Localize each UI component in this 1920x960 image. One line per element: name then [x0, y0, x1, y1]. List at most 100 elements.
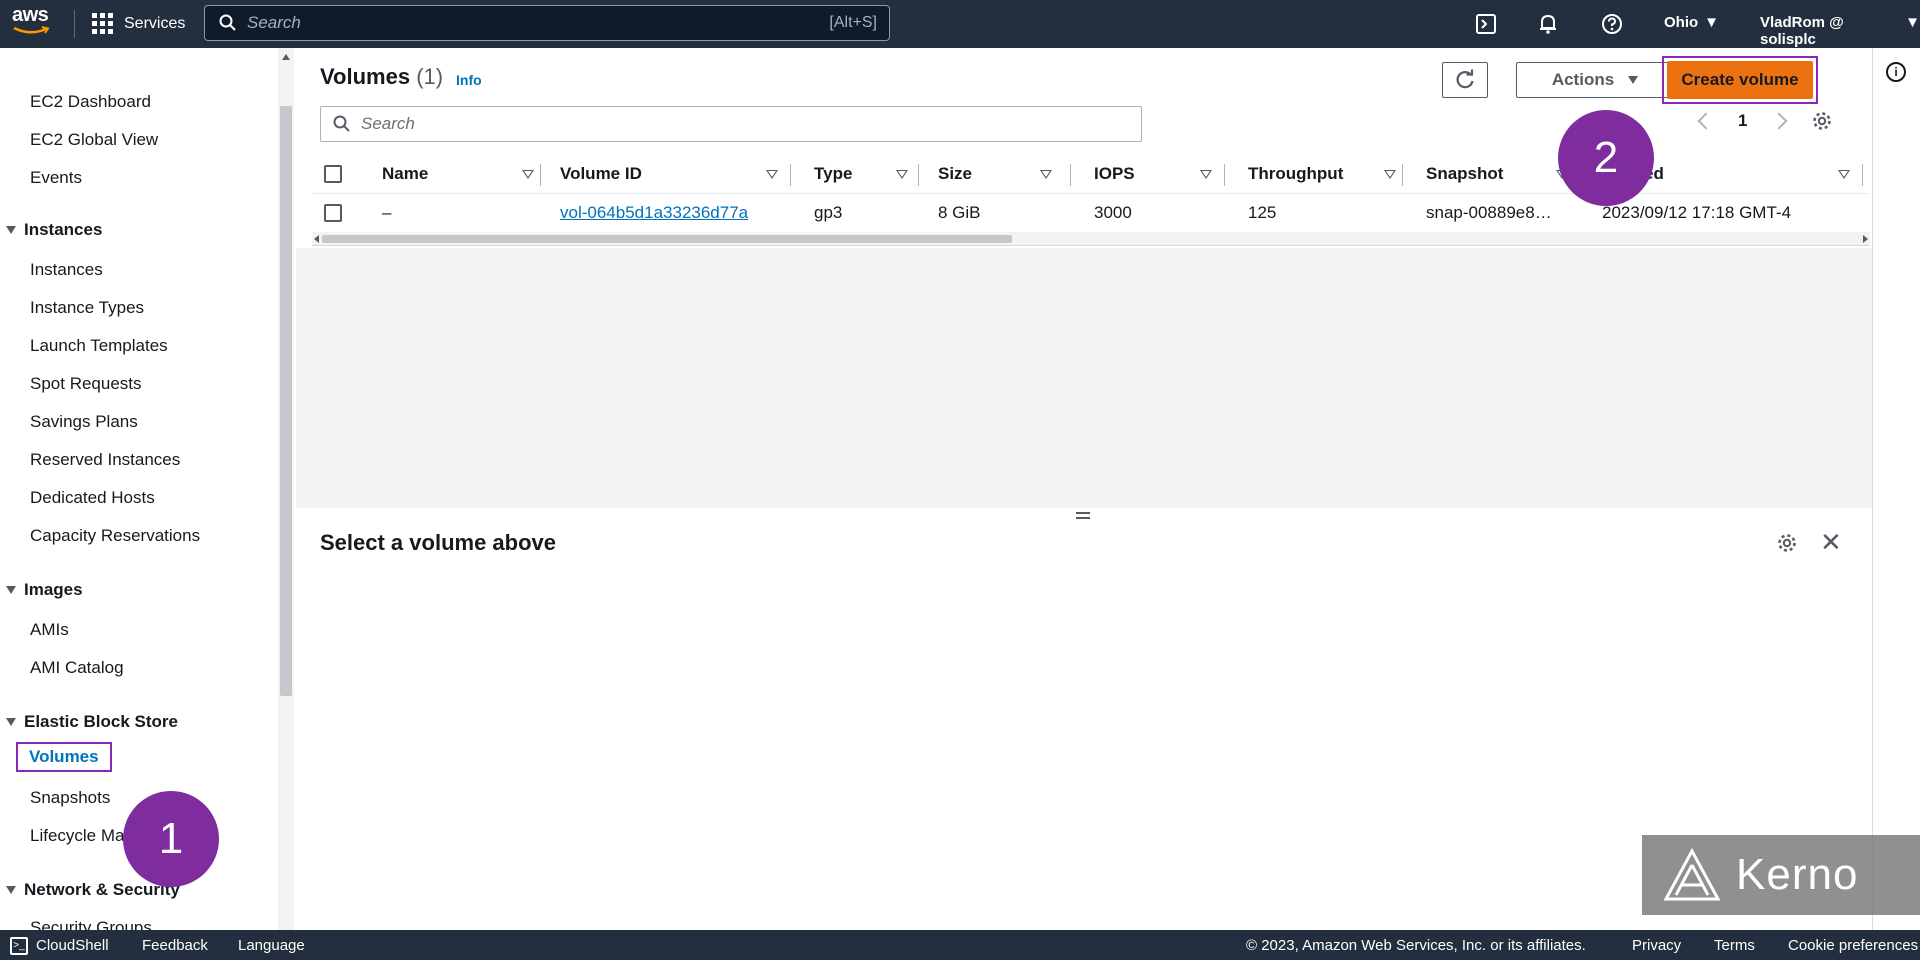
- chevron-right-icon[interactable]: [1770, 112, 1788, 130]
- footer-cloudshell-link[interactable]: CloudShell: [36, 937, 109, 954]
- scroll-up-icon[interactable]: [282, 54, 290, 60]
- sidebar-item-instances[interactable]: Instances: [30, 260, 103, 280]
- cloudshell-icon[interactable]: >_: [10, 937, 28, 955]
- column-divider[interactable]: [1070, 164, 1071, 186]
- sidebar-item-volumes[interactable]: Volumes: [16, 742, 112, 772]
- global-search[interactable]: [Alt+S]: [204, 5, 890, 41]
- sort-icon[interactable]: [896, 170, 908, 179]
- region-label: Ohio: [1664, 14, 1699, 31]
- column-header-type[interactable]: Type: [814, 154, 914, 194]
- close-icon[interactable]: ✕: [1820, 529, 1842, 555]
- sidebar-item-spot-requests[interactable]: Spot Requests: [30, 374, 142, 394]
- services-button[interactable]: Services: [92, 9, 185, 39]
- caret-down-icon: [6, 586, 16, 594]
- cell-throughput: 125: [1248, 203, 1277, 222]
- split-panel-handle[interactable]: [1076, 512, 1090, 522]
- column-divider[interactable]: [790, 164, 791, 186]
- settings-gear-icon[interactable]: [1776, 532, 1798, 554]
- caret-down-icon: [6, 718, 16, 726]
- sidebar-item-reserved-instances[interactable]: Reserved Instances: [30, 450, 180, 470]
- caret-down-icon: [1628, 76, 1639, 84]
- column-header-name[interactable]: Name: [382, 154, 562, 194]
- sidebar-scrollbar[interactable]: [278, 48, 294, 930]
- column-header-size[interactable]: Size: [938, 154, 1058, 194]
- refresh-button[interactable]: [1442, 62, 1488, 98]
- column-header-throughput[interactable]: Throughput: [1248, 154, 1408, 194]
- table-search[interactable]: [320, 106, 1142, 142]
- sidebar-item-ec2-global-view[interactable]: EC2 Global View: [30, 130, 158, 150]
- column-label: Size: [938, 164, 973, 183]
- page-number[interactable]: 1: [1738, 111, 1747, 131]
- chevron-left-icon[interactable]: [1697, 112, 1715, 130]
- services-label: Services: [124, 15, 186, 32]
- scroll-right-icon[interactable]: [1863, 235, 1868, 243]
- column-divider[interactable]: [1402, 164, 1403, 186]
- footer-privacy-link[interactable]: Privacy: [1632, 937, 1681, 954]
- help-icon[interactable]: [1600, 12, 1624, 36]
- top-navigation: aws Services [Alt+S] Ohio ▼ VladRom @: [0, 0, 1920, 48]
- kerno-watermark: Kerno: [1642, 835, 1920, 915]
- column-divider[interactable]: [1862, 164, 1863, 186]
- column-header-created[interactable]: ed: [1644, 154, 1864, 194]
- tools-rail: i: [1872, 48, 1920, 930]
- sidebar-item-snapshots[interactable]: Snapshots: [30, 788, 110, 808]
- caret-down-icon: ▼: [1905, 14, 1920, 31]
- column-divider[interactable]: [1224, 164, 1225, 186]
- aws-logo[interactable]: aws: [12, 4, 56, 42]
- sidebar-section-images[interactable]: Images: [6, 580, 83, 600]
- sidebar-item-savings-plans[interactable]: Savings Plans: [30, 412, 138, 432]
- sort-icon[interactable]: [522, 170, 534, 179]
- sort-icon[interactable]: [1040, 170, 1052, 179]
- column-label: Throughput: [1248, 164, 1344, 183]
- sidebar-item-security-groups[interactable]: Security Groups: [30, 918, 152, 930]
- actions-button[interactable]: Actions: [1516, 62, 1674, 98]
- pagination: 1: [1697, 110, 1833, 132]
- info-link[interactable]: Info: [456, 72, 482, 88]
- sort-icon[interactable]: [1384, 170, 1396, 179]
- settings-gear-icon[interactable]: [1811, 110, 1833, 132]
- column-header-volume-id[interactable]: Volume ID: [560, 154, 800, 194]
- sidebar-item-lifecycle-manager[interactable]: Lifecycle Ma: [30, 826, 124, 846]
- sort-icon[interactable]: [1200, 170, 1212, 179]
- footer-language-link[interactable]: Language: [238, 937, 305, 954]
- sidebar-item-dedicated-hosts[interactable]: Dedicated Hosts: [30, 488, 155, 508]
- info-icon[interactable]: i: [1886, 62, 1906, 82]
- sidebar-item-ec2-dashboard[interactable]: EC2 Dashboard: [30, 92, 151, 112]
- account-menu[interactable]: VladRom @ solisplc ▼: [1760, 14, 1920, 48]
- sidebar-section-elastic-block-store[interactable]: Elastic Block Store: [6, 712, 178, 732]
- sort-icon[interactable]: [766, 170, 778, 179]
- create-volume-button[interactable]: Create volume: [1667, 61, 1813, 99]
- footer-terms-link[interactable]: Terms: [1714, 937, 1755, 954]
- sidebar-item-launch-templates[interactable]: Launch Templates: [30, 336, 168, 356]
- sidebar-section-instances[interactable]: Instances: [6, 220, 102, 240]
- column-divider[interactable]: [918, 164, 919, 186]
- page-title: Volumes (1): [320, 64, 443, 90]
- global-search-input[interactable]: [247, 13, 767, 33]
- sidebar-item-events[interactable]: Events: [30, 168, 82, 188]
- column-header-iops[interactable]: IOPS: [1094, 154, 1214, 194]
- sidebar-item-instance-types[interactable]: Instance Types: [30, 298, 144, 318]
- cloudshell-icon[interactable]: [1474, 12, 1498, 36]
- bell-icon[interactable]: [1536, 12, 1560, 36]
- select-all-checkbox[interactable]: [324, 165, 342, 183]
- volume-id-link[interactable]: vol-064b5d1a33236d77a: [560, 194, 748, 232]
- row-checkbox[interactable]: [324, 204, 342, 222]
- scroll-thumb[interactable]: [280, 106, 292, 696]
- aws-logo-text: aws: [12, 4, 49, 26]
- scroll-left-icon[interactable]: [314, 235, 319, 243]
- column-header-snapshot[interactable]: Snapshot: [1426, 154, 1576, 194]
- table-search-input[interactable]: [361, 114, 1121, 134]
- scroll-thumb[interactable]: [322, 235, 1012, 243]
- region-selector[interactable]: Ohio ▼: [1664, 14, 1719, 31]
- column-divider[interactable]: [540, 164, 541, 186]
- kerno-wordmark: Kerno: [1736, 850, 1859, 899]
- sidebar-item-amis[interactable]: AMIs: [30, 620, 69, 640]
- refresh-icon: [1456, 69, 1474, 89]
- footer-feedback-link[interactable]: Feedback: [142, 937, 208, 954]
- table-horizontal-scrollbar[interactable]: [312, 232, 1870, 246]
- table-row[interactable]: – vol-064b5d1a33236d77a gp3 8 GiB 3000 1…: [312, 194, 1870, 232]
- sidebar-item-capacity-reservations[interactable]: Capacity Reservations: [30, 526, 200, 546]
- sort-icon[interactable]: [1838, 170, 1850, 179]
- footer-cookie-preferences-link[interactable]: Cookie preferences: [1788, 937, 1918, 954]
- sidebar-item-ami-catalog[interactable]: AMI Catalog: [30, 658, 124, 678]
